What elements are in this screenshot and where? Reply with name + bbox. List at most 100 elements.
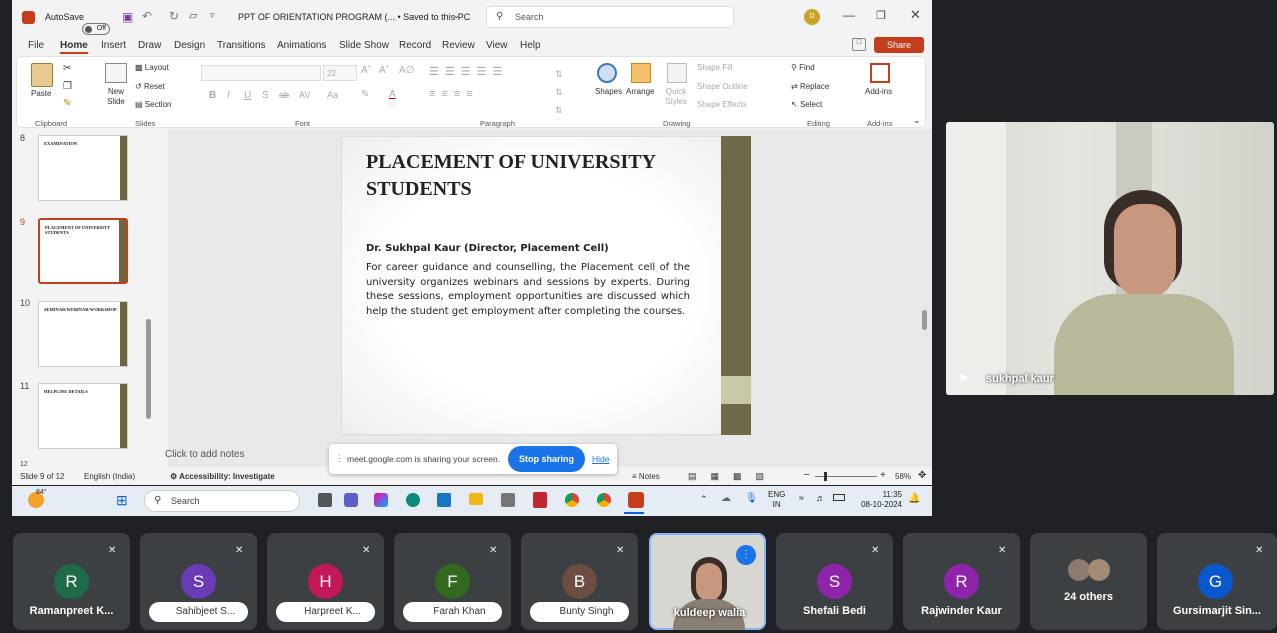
teams-icon[interactable] <box>344 493 358 507</box>
change-case-icon[interactable]: Aa <box>327 90 338 100</box>
accessibility-status[interactable]: ⚙ Accessibility: Investigate <box>170 472 275 481</box>
format-painter-icon[interactable]: ✎ <box>63 98 71 109</box>
hide-link[interactable]: Hide <box>592 454 609 464</box>
text-direction-icons[interactable]: ⇅ ⇅ ⇅ <box>555 65 563 119</box>
tab-design[interactable]: Design <box>174 40 205 51</box>
file-explorer-icon[interactable] <box>469 493 483 505</box>
tab-insert[interactable]: Insert <box>101 40 126 51</box>
quick-styles-icon[interactable] <box>667 63 687 83</box>
search-input[interactable]: ⚲ Search <box>486 6 734 28</box>
store-icon[interactable] <box>501 493 515 507</box>
paste-icon[interactable] <box>31 63 53 87</box>
notes-placeholder[interactable]: Click to add notes <box>165 449 245 460</box>
editor-scrollbar[interactable] <box>922 310 927 330</box>
find-button[interactable]: ⚲ Find <box>791 63 815 72</box>
save-icon[interactable]: ▣ <box>122 10 133 24</box>
participant-tile[interactable]: ✕ H Harpreet K... <box>267 533 384 630</box>
grow-font-icon[interactable]: Aˆ <box>361 65 371 76</box>
undo-icon[interactable]: ↶ <box>142 9 152 23</box>
tab-record[interactable]: Record <box>399 40 431 51</box>
pin-icon[interactable]: ⚑ <box>958 372 969 386</box>
app-icon[interactable] <box>437 493 451 507</box>
chrome-icon[interactable] <box>597 493 611 507</box>
layout-button[interactable]: ▩ Layout <box>135 63 169 72</box>
slide-thumbnail[interactable]: HELPLINE DETAILS <box>38 383 128 449</box>
font-color-icon[interactable]: A <box>389 89 396 100</box>
copilot-icon[interactable] <box>374 493 388 507</box>
customize-qat-icon[interactable]: ▿ <box>210 10 215 21</box>
highlight-icon[interactable]: ✎ <box>361 89 369 100</box>
wifi-icon[interactable]: ≈ <box>799 493 804 503</box>
replace-button[interactable]: ⇄ Replace <box>791 82 829 91</box>
chrome-icon[interactable] <box>565 493 579 507</box>
slide-thumbnail[interactable]: SEMINAR/WEBINAR/WORKSHOP <box>38 301 128 367</box>
tab-draw[interactable]: Draw <box>138 40 161 51</box>
new-slide-label[interactable]: New Slide <box>101 87 131 107</box>
fit-slide-icon[interactable]: ✥ <box>918 470 926 481</box>
char-spacing-icon[interactable]: AV <box>299 90 310 100</box>
clear-formatting-icon[interactable]: A∅ <box>399 65 414 76</box>
shape-outline-button[interactable]: Shape Outline <box>697 82 748 91</box>
language-status[interactable]: English (India) <box>84 472 135 481</box>
taskbar-search-input[interactable]: ⚲ Search <box>144 490 300 512</box>
onedrive-icon[interactable]: ☁ <box>721 493 731 504</box>
arrange-label[interactable]: Arrange <box>626 87 654 96</box>
reset-button[interactable]: ↺ Reset <box>135 82 165 91</box>
arrange-icon[interactable] <box>631 63 651 83</box>
participant-tile[interactable]: ✕ R Ramanpreet K... <box>13 533 130 630</box>
shrink-font-icon[interactable]: Aˇ <box>379 65 389 76</box>
tab-review[interactable]: Review <box>442 40 475 51</box>
new-slide-icon[interactable] <box>105 63 127 83</box>
tab-animations[interactable]: Animations <box>277 40 326 51</box>
underline-icon[interactable]: U <box>244 90 251 101</box>
tab-view[interactable]: View <box>486 40 508 51</box>
cut-icon[interactable]: ✂ <box>63 63 71 74</box>
notes-button[interactable]: ≡ Notes <box>632 472 660 481</box>
participant-tile[interactable]: ✕ R Rajwinder Kaur <box>903 533 1020 630</box>
addins-icon[interactable] <box>870 63 890 83</box>
select-button[interactable]: ↖ Select <box>791 100 822 109</box>
task-view-icon[interactable] <box>318 493 332 507</box>
zoom-slider-thumb[interactable] <box>824 472 827 481</box>
volume-icon[interactable]: ♬ <box>816 493 825 503</box>
participant-tile[interactable]: ✕ S Shefali Bedi <box>776 533 893 630</box>
bold-icon[interactable]: B <box>209 90 216 101</box>
align-buttons[interactable]: ≡≡≡≡ <box>429 88 479 100</box>
slide-canvas[interactable]: PLACEMENT OF UNIVERSITY STUDENTS Dr. Suk… <box>341 136 739 435</box>
slide-body-text[interactable]: For career guidance and counselling, the… <box>366 261 690 319</box>
drag-handle-icon[interactable]: ⋮ <box>335 453 344 464</box>
font-size-select[interactable]: 22 <box>323 65 357 81</box>
redo-icon[interactable]: ↻ <box>169 9 179 23</box>
font-family-select[interactable] <box>201 65 321 81</box>
others-tile[interactable]: 24 others <box>1030 533 1147 630</box>
comments-icon[interactable]: □ <box>852 38 866 51</box>
view-buttons[interactable]: ▤▦▩▧ <box>688 471 778 482</box>
document-title[interactable]: PPT OF ORIENTATION PROGRAM (... • Saved … <box>238 12 470 22</box>
strikethrough-icon[interactable]: ab <box>279 90 289 100</box>
participant-tile[interactable]: ✕ F Farah Khan <box>394 533 511 630</box>
presenter-video[interactable]: ⚑ sukhpal kaur <box>946 122 1274 395</box>
edge-icon[interactable] <box>406 493 420 507</box>
collapse-ribbon-icon[interactable]: ⌄ <box>913 115 921 126</box>
thumbnail-scrollbar[interactable] <box>146 319 151 419</box>
close-icon[interactable]: ✕ <box>910 7 921 23</box>
zoom-level[interactable]: 58% <box>895 472 911 481</box>
clock[interactable]: 11:35 08-10-2024 <box>856 490 902 510</box>
italic-icon[interactable]: I <box>227 90 230 101</box>
participant-tile-speaking[interactable]: ⋮ kuldeep walia <box>649 533 766 630</box>
language-indicator[interactable]: ENG IN <box>768 490 785 510</box>
shape-fill-button[interactable]: Shape Fill <box>697 63 733 72</box>
addins-label[interactable]: Add-ins <box>865 87 892 96</box>
battery-icon[interactable] <box>833 494 845 501</box>
zoom-in-icon[interactable]: + <box>880 470 886 481</box>
shape-effects-button[interactable]: Shape Effects <box>697 100 747 109</box>
microphone-icon[interactable]: 🎙 <box>745 493 758 504</box>
tab-transitions[interactable]: Transitions <box>217 40 266 51</box>
slide-title[interactable]: PLACEMENT OF UNIVERSITY STUDENTS <box>366 149 696 203</box>
autosave-toggle[interactable]: Off <box>82 23 110 35</box>
stop-sharing-button[interactable]: Stop sharing <box>508 446 585 472</box>
notification-bell-icon[interactable]: 🔔 <box>908 493 920 504</box>
powerpoint-taskbar-icon[interactable] <box>628 492 644 508</box>
mcafee-icon[interactable] <box>533 492 547 508</box>
avatar[interactable]: D <box>804 9 820 25</box>
